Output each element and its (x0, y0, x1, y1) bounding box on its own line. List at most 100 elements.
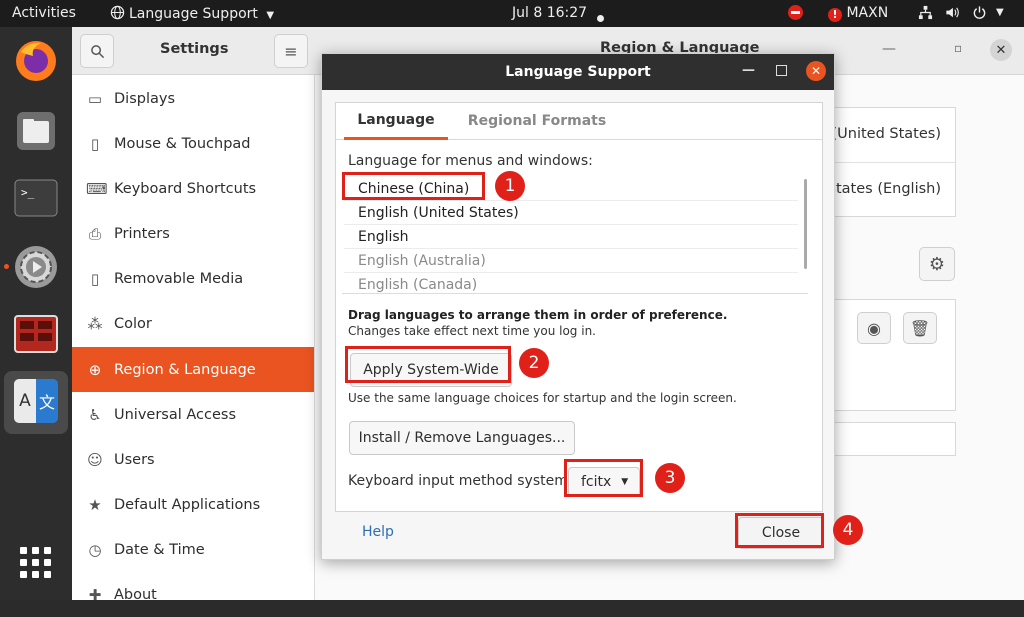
annotation-box (345, 346, 511, 383)
sidebar-item-mouse-touchpad[interactable]: ▯ Mouse & Touchpad (72, 121, 314, 166)
clock-icon: ◷ (88, 540, 102, 559)
sidebar-item-label: Default Applications (114, 496, 261, 513)
sidebar-item-label: Keyboard Shortcuts (114, 180, 257, 197)
top-bar: Activities Language Support ▼ Jul 8 16:2… (0, 0, 1024, 27)
maximize-icon[interactable]: ▫ (954, 41, 962, 55)
preview-button[interactable]: ◉ (857, 312, 891, 344)
maxn-label: MAXN (846, 5, 889, 21)
app-menu-label: Language Support (129, 6, 258, 22)
menu-button[interactable]: ≡ (274, 34, 308, 68)
trash-icon: 🗑 (909, 318, 931, 338)
app-menu[interactable]: Language Support ▼ (110, 5, 274, 22)
sidebar-item-printers[interactable]: ⎙ Printers (72, 211, 314, 256)
alert-icon: ! (828, 8, 842, 22)
dialog-content: Language Regional Formats Language for m… (335, 102, 823, 512)
dialog-titlebar: Language Support — ✕ (322, 54, 834, 90)
input-settings-button[interactable]: ⚙ (919, 247, 955, 281)
svg-text:>_: >_ (21, 186, 35, 199)
gear-icon: ⚙ (928, 253, 946, 275)
login-note: Changes take effect next time you log in… (348, 324, 596, 338)
hamburger-icon: ≡ (284, 41, 298, 61)
close-icon[interactable]: ✕ (806, 61, 826, 81)
files-icon[interactable] (12, 107, 60, 155)
software-updater-icon[interactable] (12, 243, 60, 291)
minimize-icon[interactable]: — (882, 41, 896, 57)
sidebar-item-default-applications[interactable]: ★ Default Applications (72, 482, 314, 527)
clock[interactable]: Jul 8 16:27 (512, 5, 587, 21)
tab-language[interactable]: Language (344, 103, 448, 140)
maximize-icon[interactable] (776, 65, 787, 76)
minimize-icon[interactable]: — (742, 63, 755, 78)
sidebar-item-label: Color (114, 315, 152, 332)
language-support-icon[interactable]: A 文 (12, 377, 60, 425)
annotation-box (735, 513, 824, 548)
sidebar-item-label: Printers (114, 225, 170, 242)
annotation-box (564, 459, 643, 497)
input-method-label: Keyboard input method system: (348, 473, 573, 489)
sidebar-item-label: About (114, 586, 157, 603)
users-icon: ☺ (87, 450, 103, 469)
sidebar-item-label: Removable Media (114, 270, 244, 287)
keyboard-icon: ⌨ (86, 179, 108, 198)
globe-icon: ⊕ (88, 360, 102, 379)
terminal-icon[interactable]: >_ (12, 174, 60, 222)
plus-icon: ✚ (88, 585, 102, 604)
language-list-item[interactable]: English (United States) (344, 201, 798, 225)
sidebar-item-removable-media[interactable]: ▯ Removable Media (72, 256, 314, 301)
sidebar-item-color[interactable]: ⁂ Color (72, 301, 314, 346)
firefox-icon[interactable] (12, 37, 60, 85)
network-icon[interactable] (918, 5, 933, 24)
globe-icon (110, 5, 125, 20)
notification-dot-icon (597, 10, 604, 26)
settings-sidebar: ▭ Displays ▯ Mouse & Touchpad ⌨ Keyboard Sh… (72, 75, 315, 604)
help-link[interactable]: Help (362, 524, 394, 540)
color-icon: ⁂ (87, 314, 103, 333)
remove-button[interactable]: 🗑 (903, 312, 937, 344)
printer-icon: ⎙ (88, 224, 101, 243)
settings-title: Settings (160, 41, 229, 57)
sidebar-item-label: Date & Time (114, 541, 205, 558)
power-icon[interactable] (972, 5, 987, 24)
do-not-disturb-icon[interactable] (788, 5, 803, 24)
show-apps-icon[interactable] (12, 539, 60, 587)
star-icon: ★ (88, 495, 102, 514)
language-list-item[interactable]: English (Canada) (344, 273, 798, 293)
annotation-badge: 2 (519, 348, 549, 378)
language-list-heading: Language for menus and windows: (348, 153, 593, 169)
system-monitor-icon[interactable] (12, 310, 60, 358)
eye-icon: ◉ (867, 318, 881, 338)
power-mode-indicator[interactable]: ! MAXN (828, 5, 888, 22)
close-icon[interactable]: ✕ (990, 39, 1012, 61)
annotation-badge: 1 (495, 171, 525, 201)
sidebar-item-label: Displays (114, 90, 176, 107)
running-indicator (4, 264, 9, 269)
annotation-badge: 4 (833, 515, 863, 545)
language-list-item[interactable]: English (Australia) (344, 249, 798, 273)
formats-value[interactable]: States (English) (827, 181, 941, 197)
sidebar-item-about[interactable]: ✚ About (72, 572, 314, 617)
activities-button[interactable]: Activities (12, 5, 76, 21)
display-icon: ▭ (87, 89, 103, 108)
sidebar-item-universal-access[interactable]: ♿ Universal Access (72, 392, 314, 437)
accessibility-icon: ♿ (88, 405, 102, 424)
mouse-icon: ▯ (90, 134, 100, 153)
tab-regional-formats[interactable]: Regional Formats (464, 103, 610, 139)
language-value[interactable]: n (United States) (818, 126, 941, 142)
search-icon (90, 44, 104, 58)
sidebar-item-label: Region & Language (114, 361, 256, 378)
sidebar-item-date-time[interactable]: ◷ Date & Time (72, 527, 314, 572)
sidebar-item-displays[interactable]: ▭ Displays (72, 76, 314, 121)
language-list-item[interactable]: English (344, 225, 798, 249)
apply-note: Use the same language choices for startu… (348, 391, 737, 405)
annotation-badge: 3 (655, 463, 685, 493)
system-menu-chevron-icon[interactable]: ▼ (996, 7, 1004, 18)
sidebar-item-users[interactable]: ☺ Users (72, 437, 314, 482)
dock: >_ A 文 (0, 27, 72, 600)
sidebar-item-region-language[interactable]: ⊕ Region & Language (72, 347, 314, 392)
volume-icon[interactable] (944, 5, 960, 24)
install-remove-languages-button[interactable]: Install / Remove Languages... (349, 421, 575, 455)
search-button[interactable] (80, 34, 114, 68)
removable-media-icon: ▯ (90, 269, 100, 288)
scrollbar[interactable] (804, 179, 807, 269)
sidebar-item-keyboard-shortcuts[interactable]: ⌨ Keyboard Shortcuts (72, 166, 314, 211)
